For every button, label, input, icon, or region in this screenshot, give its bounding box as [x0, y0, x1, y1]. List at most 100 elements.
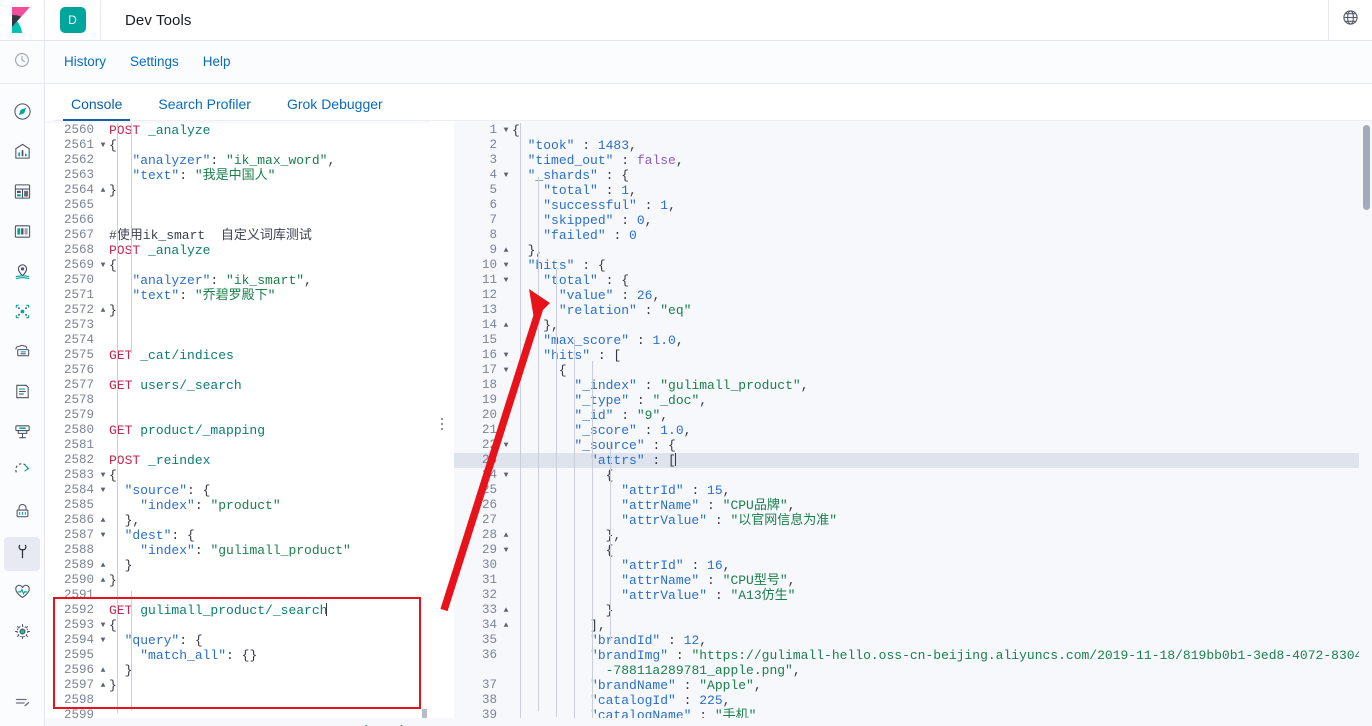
code-line[interactable]: 2584 ▼ "source": { [45, 483, 430, 498]
sidebar-item-machine-learning[interactable] [0, 294, 44, 334]
code-line[interactable]: 2569 ▼{ [45, 258, 430, 273]
code-fold-toggle-icon[interactable]: ▲ [97, 303, 109, 318]
code-line[interactable]: 2561 ▼{ [45, 138, 430, 153]
code-line[interactable]: 2583 ▼{ [45, 468, 430, 483]
tab-console[interactable]: Console [53, 95, 140, 121]
pane-resize-handle[interactable] [430, 121, 454, 726]
code-fold-toggle-icon[interactable]: ▲ [500, 318, 512, 333]
code-fold-toggle-icon[interactable]: ▼ [500, 273, 512, 288]
code-line[interactable]: 2591 [45, 588, 430, 603]
response-scrollbar-track[interactable] [1359, 121, 1372, 726]
code-line[interactable]: 2593 ▼{ [45, 618, 430, 633]
code-line[interactable]: 2563 "text": "我是中国人" [45, 168, 430, 183]
code-line[interactable]: 6 "successful" : 1, [454, 198, 1372, 213]
response-code[interactable]: 1 ▼{2 "took" : 1483, 3 "timed_out" : false… [454, 121, 1372, 723]
code-fold-toggle-icon[interactable]: ▲ [500, 528, 512, 543]
code-line[interactable]: 2573 [45, 318, 430, 333]
sidebar-item-logs[interactable] [0, 374, 44, 414]
code-line[interactable]: 2576 [45, 363, 430, 378]
code-line[interactable]: 2565 [45, 198, 430, 213]
sidebar-item-maps[interactable] [0, 254, 44, 294]
sidebar-item-monitoring[interactable] [0, 574, 44, 614]
code-line[interactable]: 2597 ▲} [45, 678, 430, 693]
code-line[interactable]: 2570 "analyzer": "ik_smart", [45, 273, 430, 288]
code-fold-toggle-icon[interactable]: ▲ [97, 558, 109, 573]
code-line[interactable]: 7 "skipped" : 0, [454, 213, 1372, 228]
code-line[interactable]: 14 ▲ }, [454, 318, 1372, 333]
code-line[interactable]: 2589 ▲ } [45, 558, 430, 573]
code-fold-toggle-icon[interactable]: ▼ [500, 168, 512, 183]
code-fold-toggle-icon[interactable]: ▼ [500, 438, 512, 453]
code-line[interactable]: 2568 POST _analyze [45, 243, 430, 258]
code-line[interactable]: 5 "total" : 1, [454, 183, 1372, 198]
code-line[interactable]: 2588 "index": "gulimall_product" [45, 543, 430, 558]
app-switcher-badge-container[interactable]: D [45, 0, 101, 40]
code-line[interactable]: 4 ▼ "_shards" : { [454, 168, 1372, 183]
request-editor-pane[interactable]: 2560 POST _analyze 2561 ▼{2562 "analyzer": … [45, 121, 430, 726]
tab-search-profiler[interactable]: Search Profiler [140, 95, 269, 121]
menu-item-history[interactable]: History [52, 52, 118, 72]
request-code[interactable]: 2560 POST _analyze 2561 ▼{2562 "analyzer": … [45, 121, 430, 723]
sidebar-item-uptime[interactable] [0, 454, 44, 494]
code-fold-toggle-icon[interactable]: ▼ [500, 543, 512, 558]
code-line[interactable]: 3 "timed_out" : false, [454, 153, 1372, 168]
code-fold-toggle-icon[interactable]: ▼ [97, 468, 109, 483]
code-line[interactable]: 2574 [45, 333, 430, 348]
code-line[interactable]: 9 ▲ }, [454, 243, 1372, 258]
code-line[interactable]: 2585 "index": "product" [45, 498, 430, 513]
code-fold-toggle-icon[interactable]: ▼ [97, 618, 109, 633]
globe-icon[interactable] [1342, 9, 1359, 31]
code-line[interactable]: 15 "max_score" : 1.0, [454, 333, 1372, 348]
code-fold-toggle-icon[interactable]: ▲ [97, 573, 109, 588]
code-fold-toggle-icon[interactable]: ▼ [97, 258, 109, 273]
code-fold-toggle-icon[interactable]: ▲ [97, 678, 109, 693]
code-line[interactable]: 2567 #使用ik_smart 自定义词库测试 [45, 228, 430, 243]
menu-item-settings[interactable]: Settings [118, 52, 191, 72]
code-line[interactable]: 11 ▼ "total" : { [454, 273, 1372, 288]
code-line[interactable]: 2592 GET gulimall_product/_search [45, 603, 430, 618]
collapse-sidebar-button[interactable] [0, 686, 45, 722]
code-line[interactable]: 2578 [45, 393, 430, 408]
code-line[interactable]: 2586 ▲ }, [45, 513, 430, 528]
code-fold-toggle-icon[interactable]: ▼ [97, 138, 109, 153]
code-fold-toggle-icon[interactable]: ▲ [97, 663, 109, 678]
sidebar-item-visualize[interactable] [0, 134, 44, 174]
code-line[interactable]: 2594 ▼ "query": { [45, 633, 430, 648]
code-line[interactable]: 2598 [45, 693, 430, 708]
code-line[interactable]: 2564 ▲} [45, 183, 430, 198]
code-line[interactable]: 1 ▼{ [454, 123, 1372, 138]
tab-grok-debugger[interactable]: Grok Debugger [269, 95, 401, 121]
code-line[interactable]: 2596 ▲ } [45, 663, 430, 678]
code-line[interactable]: 2562 "analyzer": "ik_max_word", [45, 153, 430, 168]
sidebar-item-discover[interactable] [0, 94, 44, 134]
sidebar-item-infrastructure[interactable] [0, 334, 44, 374]
code-line[interactable]: 2587 ▼ "dest": { [45, 528, 430, 543]
code-line[interactable]: 2580 GET product/_mapping [45, 423, 430, 438]
code-line[interactable]: 2581 [45, 438, 430, 453]
sidebar-item-siem[interactable] [0, 494, 44, 534]
code-line[interactable]: 10 ▼ "hits" : { [454, 258, 1372, 273]
code-fold-toggle-icon[interactable]: ▼ [500, 363, 512, 378]
code-line[interactable]: 2572 ▲} [45, 303, 430, 318]
sidebar-item-canvas[interactable] [0, 214, 44, 254]
code-line[interactable]: 2582 POST _reindex [45, 453, 430, 468]
kibana-home-logo-button[interactable] [0, 0, 45, 40]
code-line[interactable]: 2 "took" : 1483, [454, 138, 1372, 153]
recently-viewed-button[interactable] [0, 41, 44, 84]
menu-item-help[interactable]: Help [191, 52, 243, 72]
code-fold-toggle-icon[interactable]: ▼ [97, 633, 109, 648]
code-line[interactable]: 2571 "text": "乔碧罗殿下" [45, 288, 430, 303]
code-line[interactable]: 8 "failed" : 0 [454, 228, 1372, 243]
code-line[interactable]: 2590 ▲} [45, 573, 430, 588]
code-line[interactable]: 2595 "match_all": {} [45, 648, 430, 663]
code-fold-toggle-icon[interactable]: ▼ [500, 123, 512, 138]
code-line[interactable]: 2577 GET users/_search [45, 378, 430, 393]
code-line[interactable]: 12 "value" : 26, [454, 288, 1372, 303]
response-scrollbar-thumb[interactable] [1363, 125, 1370, 210]
code-line[interactable]: 2575 GET _cat/indices [45, 348, 430, 363]
code-line[interactable]: 13 "relation" : "eq" [454, 303, 1372, 318]
code-fold-toggle-icon[interactable]: ▲ [500, 618, 512, 633]
code-fold-toggle-icon[interactable]: ▼ [97, 528, 109, 543]
code-fold-toggle-icon[interactable]: ▼ [500, 258, 512, 273]
code-fold-toggle-icon[interactable]: ▼ [97, 483, 109, 498]
